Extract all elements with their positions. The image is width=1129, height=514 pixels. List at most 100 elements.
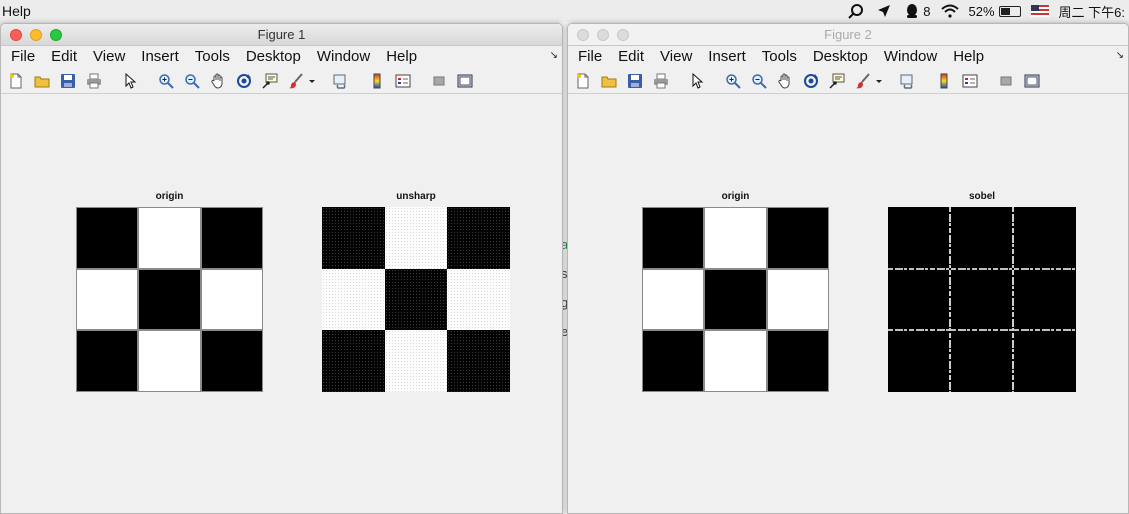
black-square <box>138 268 201 331</box>
brush-icon[interactable] <box>852 71 874 91</box>
qq-icon <box>903 3 921 19</box>
spotlight-icon[interactable] <box>847 3 865 19</box>
axes-origin[interactable]: origin <box>642 191 829 392</box>
qq-status[interactable]: 8 <box>903 3 931 19</box>
maximize-button[interactable] <box>617 29 629 41</box>
menu-view[interactable]: View <box>85 46 133 68</box>
white-square <box>200 268 263 331</box>
pan-hand-icon[interactable] <box>207 71 229 91</box>
rotate-3d-icon[interactable] <box>800 71 822 91</box>
axes-origin[interactable]: origin <box>76 191 263 392</box>
black-square <box>76 330 139 392</box>
axes-unsharp[interactable]: unsharp <box>322 191 510 392</box>
menu-help[interactable]: Help <box>945 46 992 68</box>
menu-tools[interactable]: Tools <box>187 46 238 68</box>
open-file-icon[interactable] <box>31 71 53 91</box>
zoom-in-icon[interactable] <box>155 71 177 91</box>
print-icon[interactable] <box>650 71 672 91</box>
clock[interactable]: 周二 下午6: <box>1059 2 1125 21</box>
edge-map-image <box>888 207 1076 392</box>
checkerboard-image <box>642 207 829 392</box>
zoom-out-icon[interactable] <box>748 71 770 91</box>
white-square <box>138 330 201 392</box>
brush-dropdown-icon[interactable] <box>308 71 316 91</box>
maximize-button[interactable] <box>50 29 62 41</box>
close-button[interactable] <box>577 29 589 41</box>
print-icon[interactable] <box>83 71 105 91</box>
hide-plot-tools-icon[interactable] <box>995 71 1017 91</box>
menu-desktop[interactable]: Desktop <box>805 46 876 68</box>
figure-1-window: Figure 1 File Edit View Insert Tools Des… <box>0 23 563 514</box>
save-icon[interactable] <box>57 71 79 91</box>
window-titlebar[interactable]: Figure 1 <box>1 24 562 46</box>
brush-dropdown-icon[interactable] <box>875 71 883 91</box>
white-square <box>642 268 705 331</box>
window-titlebar[interactable]: Figure 2 <box>568 24 1128 46</box>
system-menubar: Help 8 52% 周二 下午6: <box>0 0 1129 22</box>
save-icon[interactable] <box>624 71 646 91</box>
window-title: Figure 1 <box>257 27 306 42</box>
data-cursor-icon[interactable] <box>826 71 848 91</box>
figure-canvas: origin sobel <box>568 95 1128 513</box>
pointer-icon[interactable] <box>119 71 141 91</box>
link-plot-icon[interactable] <box>897 71 919 91</box>
white-square <box>322 268 385 331</box>
qq-badge: 8 <box>923 3 931 19</box>
data-cursor-icon[interactable] <box>259 71 281 91</box>
figure-toolbar <box>1 68 562 94</box>
open-file-icon[interactable] <box>598 71 620 91</box>
system-menu-help[interactable]: Help <box>2 3 31 19</box>
menu-insert[interactable]: Insert <box>133 46 187 68</box>
show-plot-tools-icon[interactable] <box>1021 71 1043 91</box>
dock-arrow-icon[interactable]: ↘ <box>550 50 558 61</box>
battery-icon <box>998 5 1021 17</box>
legend-icon[interactable] <box>959 71 981 91</box>
axes-sobel[interactable]: sobel <box>888 191 1076 392</box>
status-area: 8 52% 周二 下午6: <box>847 0 1129 22</box>
menu-desktop[interactable]: Desktop <box>238 46 309 68</box>
menu-edit[interactable]: Edit <box>43 46 85 68</box>
close-button[interactable] <box>10 29 22 41</box>
black-square <box>642 207 705 269</box>
menu-view[interactable]: View <box>652 46 700 68</box>
axes-title: origin <box>155 191 184 202</box>
us-flag-icon[interactable] <box>1030 5 1049 17</box>
menu-window[interactable]: Window <box>309 46 378 68</box>
black-square <box>704 268 767 331</box>
menu-tools[interactable]: Tools <box>754 46 805 68</box>
hide-plot-tools-icon[interactable] <box>428 71 450 91</box>
zoom-in-icon[interactable] <box>722 71 744 91</box>
location-arrow-icon[interactable] <box>875 3 893 19</box>
colorbar-icon[interactable] <box>366 71 388 91</box>
colorbar-icon[interactable] <box>933 71 955 91</box>
figure-canvas: origin unsharp <box>1 95 562 513</box>
menu-file[interactable]: File <box>570 46 610 68</box>
menu-help[interactable]: Help <box>378 46 425 68</box>
wifi-icon[interactable] <box>940 3 959 19</box>
white-square <box>766 268 829 331</box>
battery-fill <box>1000 7 1010 15</box>
figure-toolbar <box>568 68 1128 94</box>
menu-edit[interactable]: Edit <box>610 46 652 68</box>
link-plot-icon[interactable] <box>330 71 352 91</box>
new-figure-icon[interactable] <box>572 71 594 91</box>
show-plot-tools-icon[interactable] <box>454 71 476 91</box>
minimize-button[interactable] <box>30 29 42 41</box>
menu-insert[interactable]: Insert <box>700 46 754 68</box>
brush-icon[interactable] <box>285 71 307 91</box>
black-square <box>200 330 263 392</box>
menu-file[interactable]: File <box>3 46 43 68</box>
battery-status[interactable]: 52% <box>969 4 1021 19</box>
figure-menubar: File Edit View Insert Tools Desktop Wind… <box>1 46 562 68</box>
white-square <box>76 268 139 331</box>
window-controls <box>577 29 629 41</box>
pan-hand-icon[interactable] <box>774 71 796 91</box>
legend-icon[interactable] <box>392 71 414 91</box>
dock-arrow-icon[interactable]: ↘ <box>1116 50 1124 61</box>
minimize-button[interactable] <box>597 29 609 41</box>
zoom-out-icon[interactable] <box>181 71 203 91</box>
new-figure-icon[interactable] <box>5 71 27 91</box>
pointer-icon[interactable] <box>686 71 708 91</box>
menu-window[interactable]: Window <box>876 46 945 68</box>
rotate-3d-icon[interactable] <box>233 71 255 91</box>
